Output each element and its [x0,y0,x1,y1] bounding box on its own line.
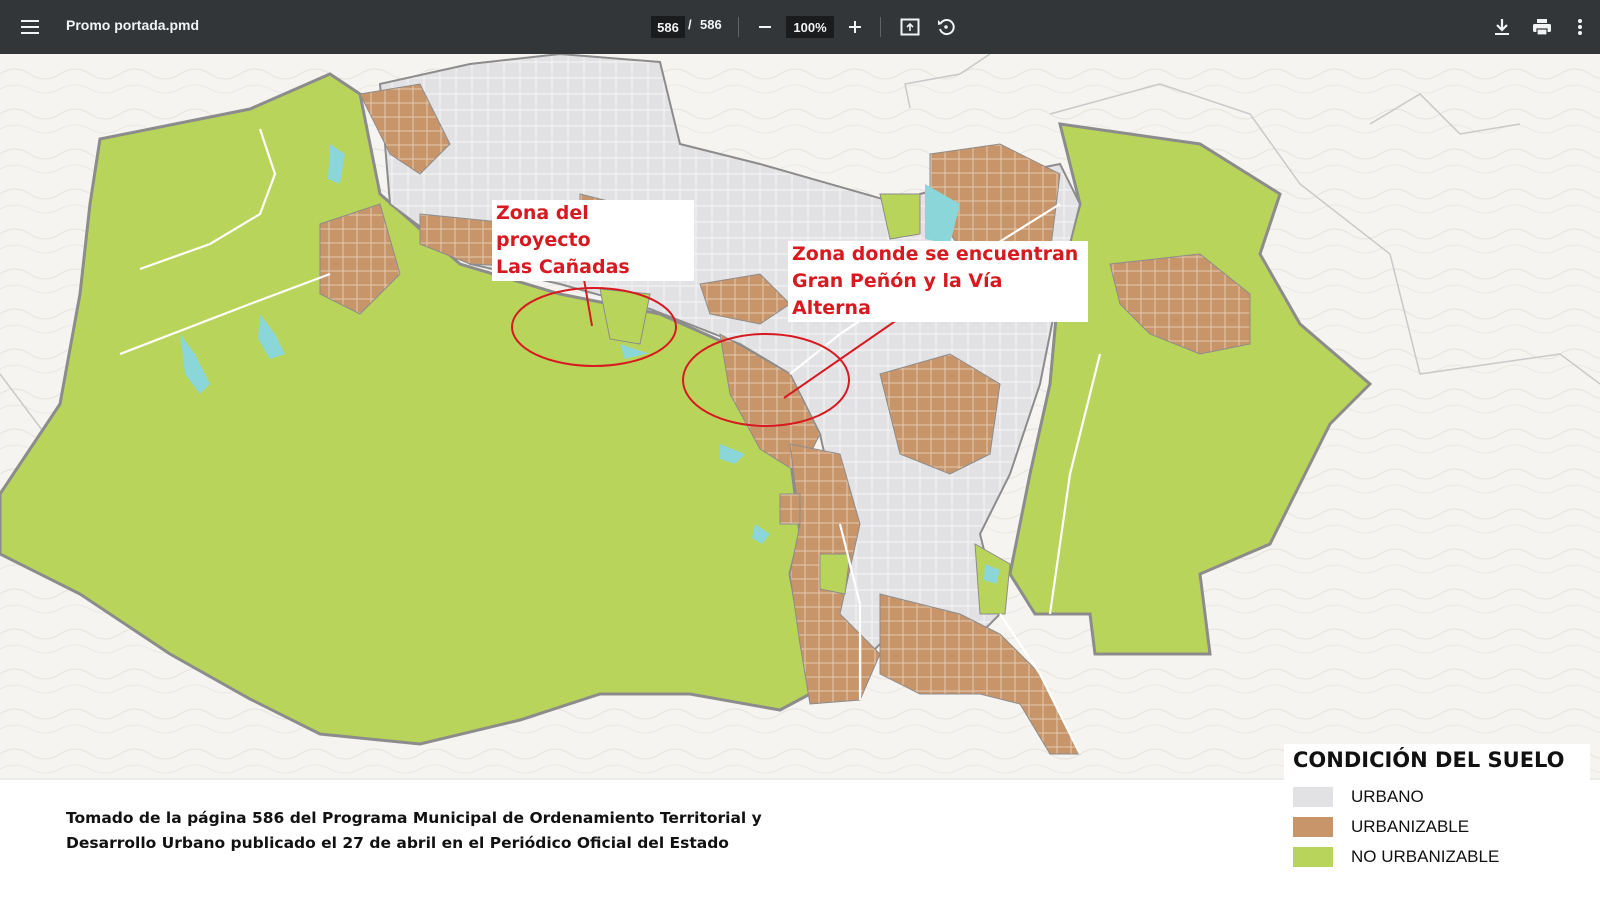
more-vert-icon[interactable] [1568,13,1592,41]
legend-label: URBANO [1351,787,1424,806]
zoom-in-icon[interactable] [842,14,868,40]
callout-line-2: Gran Peñón y la Vía Alterna [792,270,1003,319]
legend-title: CONDICIÓN DEL SUELO [1293,748,1565,772]
print-icon[interactable] [1528,13,1556,41]
pdf-toolbar: Promo portada.pmd 586 / 586 100% [0,0,1600,54]
fit-page-icon[interactable] [896,13,924,41]
toolbar-divider [738,17,739,37]
zoom-out-icon[interactable] [752,14,778,40]
legend-item-no-urbanizable: NO URBANIZABLE [1293,846,1499,868]
callout-las-canadas: Zona del proyecto Las Cañadas [492,200,694,281]
legend-swatch [1293,817,1333,837]
legend-label: NO URBANIZABLE [1351,847,1500,866]
zoom-level-input[interactable]: 100% [786,16,834,38]
current-page-input[interactable]: 586 [651,16,685,38]
callout-line-1: Zona donde se encuentran [792,243,1079,265]
toolbar-divider [880,17,881,37]
callout-line-1: Zona del proyecto [496,202,591,251]
legend-item-urbanizable: URBANIZABLE [1293,816,1469,838]
download-icon[interactable] [1488,13,1516,41]
legend-item-urbano: URBANO [1293,786,1424,808]
menu-icon[interactable] [16,13,44,41]
callout-line-2: Las Cañadas [496,256,630,278]
callout-gran-penon: Zona donde se encuentran Gran Peñón y la… [788,241,1088,322]
map-legend: CONDICIÓN DEL SUELO URBANO URBANIZABLE N… [1284,744,1590,924]
legend-label: URBANIZABLE [1351,817,1470,836]
page-separator: / [688,17,692,32]
source-caption: Tomado de la página 586 del Programa Mun… [66,806,826,856]
caption-line-1: Tomado de la página 586 del Programa Mun… [66,809,762,827]
document-title: Promo portada.pmd [66,17,200,33]
pdf-page: Zona del proyecto Las Cañadas Zona donde… [0,54,1600,924]
total-pages: 586 [700,17,722,32]
legend-swatch [1293,847,1333,867]
rotate-icon[interactable] [932,13,960,41]
legend-swatch [1293,787,1333,807]
caption-line-2: Desarrollo Urbano publicado el 27 de abr… [66,834,729,852]
